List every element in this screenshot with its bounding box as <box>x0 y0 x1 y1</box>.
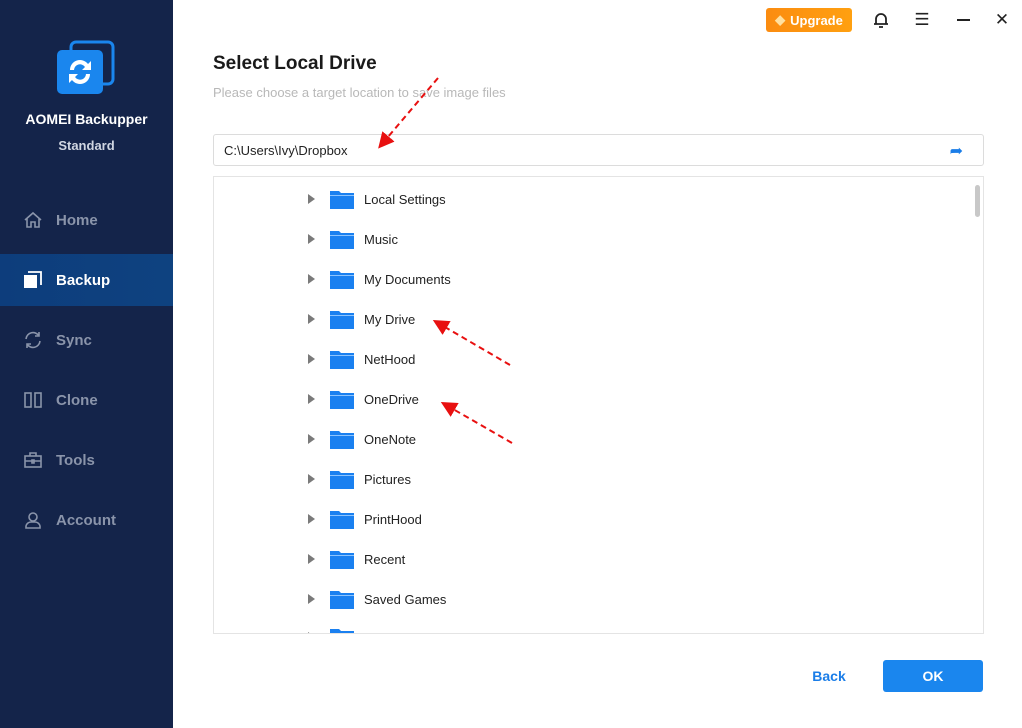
app-name: AOMEI Backupper <box>25 111 148 127</box>
expand-arrow-icon[interactable] <box>308 194 315 204</box>
folder-icon <box>330 191 354 209</box>
folder-row[interactable]: My Drive <box>308 307 415 331</box>
folder-row[interactable]: Recent <box>308 547 405 571</box>
folder-icon <box>330 351 354 369</box>
expand-arrow-icon[interactable] <box>308 514 315 524</box>
expand-arrow-icon[interactable] <box>308 314 315 324</box>
folder-name: Saved Games <box>364 591 447 607</box>
expand-arrow-icon[interactable] <box>308 394 315 404</box>
folder-name: OneNote <box>364 431 417 447</box>
folder-row[interactable]: Music <box>308 227 398 251</box>
sidebar-item-sync[interactable]: Sync <box>0 314 173 366</box>
sidebar: AOMEI Backupper Standard Home Backup Syn… <box>0 0 173 728</box>
upgrade-button[interactable]: ◆ Upgrade <box>766 8 852 32</box>
home-icon <box>24 211 42 228</box>
folder-row[interactable]: NetHood <box>308 347 415 371</box>
folder-row[interactable]: Pictures <box>308 467 411 491</box>
dialog-subtitle: Please choose a target location to save … <box>213 85 506 100</box>
folder-name: My Drive <box>364 311 416 327</box>
expand-arrow-icon[interactable] <box>308 474 315 484</box>
folder-name: OneDrive <box>364 391 419 407</box>
folder-row-partial <box>308 625 364 633</box>
expand-arrow-icon[interactable] <box>308 554 315 564</box>
folder-icon <box>330 511 354 529</box>
ok-button[interactable]: OK <box>883 660 983 692</box>
account-icon <box>25 512 41 529</box>
folder-row[interactable]: OneDrive <box>308 387 419 411</box>
scrollbar[interactable] <box>975 185 980 217</box>
expand-arrow-icon[interactable] <box>308 234 315 244</box>
folder-icon <box>330 271 354 289</box>
folder-icon <box>330 551 354 569</box>
sidebar-item-account[interactable]: Account <box>0 494 173 546</box>
sync-icon <box>25 331 41 349</box>
folder-row[interactable]: Saved Games <box>308 587 446 611</box>
expand-arrow-icon[interactable] <box>308 274 315 284</box>
go-arrow-icon[interactable]: ➦ <box>950 141 963 161</box>
minimize-icon[interactable] <box>951 8 975 32</box>
folder-icon <box>330 311 354 329</box>
expand-arrow-icon[interactable] <box>308 594 315 604</box>
sidebar-item-home[interactable]: Home <box>0 194 173 246</box>
folder-icon <box>330 471 354 489</box>
folder-row[interactable]: PrintHood <box>308 507 422 531</box>
notification-bell-icon[interactable] <box>869 8 893 32</box>
folder-icon <box>330 391 354 409</box>
folder-row[interactable]: OneNote <box>308 427 416 451</box>
sidebar-item-clone[interactable]: Clone <box>0 374 173 426</box>
dialog-title: Select Local Drive <box>213 53 377 74</box>
folder-row[interactable]: My Documents <box>308 267 451 291</box>
sidebar-item-tools[interactable]: Tools <box>0 434 173 486</box>
sidebar-item-backup[interactable]: Backup <box>0 254 173 306</box>
backup-icon <box>24 271 42 288</box>
back-button[interactable]: Back <box>799 660 859 692</box>
folder-icon <box>330 591 354 609</box>
folder-icon <box>330 231 354 249</box>
app-logo-icon <box>57 40 115 94</box>
folder-name: Local Settings <box>364 191 446 207</box>
folder-name: NetHood <box>364 351 416 367</box>
expand-arrow-icon[interactable] <box>308 354 315 364</box>
folder-name: My Documents <box>364 271 451 287</box>
menu-icon[interactable]: ☰ <box>910 8 934 32</box>
clone-icon <box>24 392 42 408</box>
close-icon[interactable]: ✕ <box>990 8 1014 32</box>
folder-icon <box>330 431 354 449</box>
path-input[interactable]: C:\Users\Ivy\Dropbox ➦ <box>213 134 984 166</box>
folder-name: Music <box>364 231 398 247</box>
folder-tree: Local Settings Music My Documents My Drive N… <box>213 176 984 634</box>
app-edition: Standard <box>58 138 115 153</box>
folder-name: Pictures <box>364 471 411 487</box>
folder-row[interactable]: Local Settings <box>308 187 446 211</box>
tools-icon <box>24 452 42 468</box>
expand-arrow-icon[interactable] <box>308 434 315 444</box>
folder-name: Recent <box>364 551 406 567</box>
folder-name: PrintHood <box>364 511 422 527</box>
diamond-icon: ◆ <box>775 12 786 27</box>
